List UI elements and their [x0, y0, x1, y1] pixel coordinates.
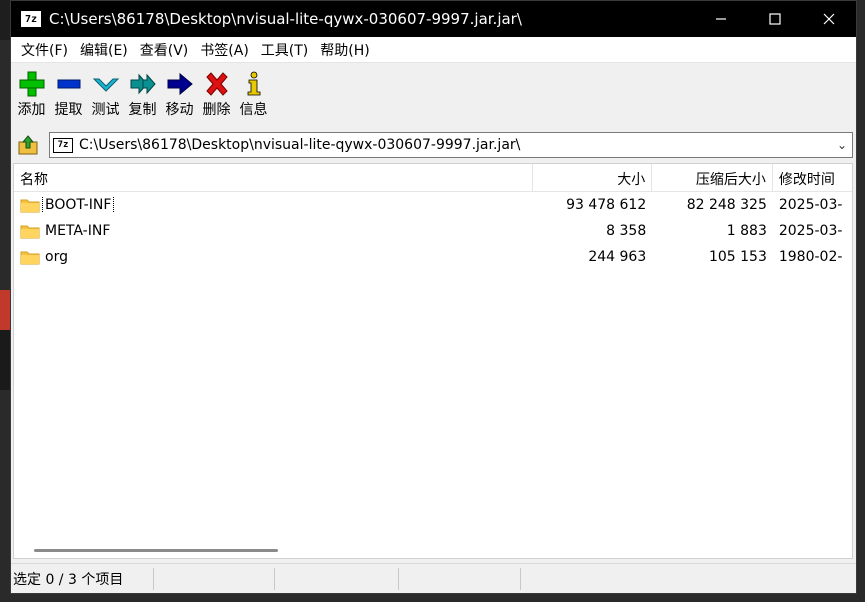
scrollbar-thumb[interactable]	[34, 549, 278, 552]
status-cell	[154, 567, 275, 590]
archive-icon: 7z	[53, 137, 73, 153]
toolbar: 添加 提取 测试 复制 移动 删除 信息	[11, 63, 856, 121]
selection-text: 选定 0 / 3 个项目	[13, 571, 124, 588]
minimize-icon	[716, 18, 726, 20]
delete-label: 删除	[202, 102, 231, 118]
maximize-button[interactable]	[748, 1, 802, 37]
check-icon	[90, 69, 122, 99]
packed-cell: 82 248 325	[686, 197, 767, 213]
close-button[interactable]	[802, 1, 856, 37]
list-item[interactable]: org 244 963 105 153 1980-02-	[14, 244, 852, 270]
title-bar[interactable]: 7z C:\Users\86178\Desktop\nvisual-lite-q…	[11, 1, 856, 37]
column-packed-size[interactable]: 压缩后大小	[652, 164, 773, 191]
delete-x-icon	[201, 69, 233, 99]
menu-file[interactable]: 文件(F)	[15, 40, 74, 60]
test-button[interactable]: 测试	[87, 69, 124, 119]
minimize-button[interactable]	[694, 1, 748, 37]
info-icon	[238, 69, 270, 99]
column-size[interactable]: 大小	[533, 164, 653, 191]
up-folder-button[interactable]	[13, 131, 43, 159]
window-controls	[694, 1, 856, 37]
list-item[interactable]: BOOT-INF 93 478 612 82 248 325 2025-03-	[14, 192, 852, 218]
extract-label: 提取	[54, 102, 83, 118]
plus-icon	[16, 69, 48, 99]
menu-help[interactable]: 帮助(H)	[314, 40, 375, 60]
file-name: META-INF	[45, 223, 111, 239]
packed-cell: 105 153	[708, 249, 767, 265]
path-combobox[interactable]: 7z C:\Users\86178\Desktop\nvisual-lite-q…	[49, 132, 853, 158]
status-bar: 选定 0 / 3 个项目	[11, 563, 856, 593]
move-label: 移动	[165, 102, 194, 118]
copy-button[interactable]: 复制	[124, 69, 161, 119]
file-list[interactable]: 名称 大小 压缩后大小 修改时间 BOOT-INF 93 478 612 82 …	[13, 163, 853, 559]
menu-view[interactable]: 查看(V)	[134, 40, 195, 60]
list-header: 名称 大小 压缩后大小 修改时间	[14, 164, 852, 192]
menu-tools[interactable]: 工具(T)	[255, 40, 314, 60]
name-cell: META-INF	[14, 223, 533, 239]
info-label: 信息	[239, 102, 268, 118]
delete-button[interactable]: 删除	[198, 69, 235, 119]
menu-edit[interactable]: 编辑(E)	[74, 40, 134, 60]
size-cell: 93 478 612	[566, 197, 647, 213]
packed-cell: 1 883	[726, 223, 767, 239]
double-arrow-icon	[127, 69, 159, 99]
horizontal-scrollbar[interactable]	[14, 542, 852, 558]
column-modified[interactable]: 修改时间	[773, 164, 852, 191]
column-name[interactable]: 名称	[14, 164, 533, 191]
file-name: BOOT-INF	[41, 197, 115, 213]
info-button[interactable]: 信息	[235, 69, 272, 119]
minus-icon	[53, 69, 85, 99]
status-cell	[275, 567, 399, 590]
test-label: 测试	[91, 102, 120, 118]
maximize-icon	[769, 13, 781, 25]
folder-icon	[20, 251, 40, 265]
status-cell	[399, 567, 521, 590]
up-folder-icon	[18, 135, 38, 155]
modified-cell: 2025-03-	[778, 223, 843, 239]
selection-status: 选定 0 / 3 个项目	[11, 567, 154, 590]
window-title: C:\Users\86178\Desktop\nvisual-lite-qywx…	[49, 10, 522, 28]
size-cell: 8 358	[606, 223, 647, 239]
folder-icon	[20, 225, 40, 239]
name-cell: org	[14, 249, 533, 265]
list-item[interactable]: META-INF 8 358 1 883 2025-03-	[14, 218, 852, 244]
folder-icon	[20, 199, 40, 213]
size-cell: 244 963	[588, 249, 647, 265]
7zip-window: 7z C:\Users\86178\Desktop\nvisual-lite-q…	[10, 0, 857, 594]
extract-button[interactable]: 提取	[50, 69, 87, 119]
7zip-app-icon[interactable]: 7z	[21, 11, 41, 27]
chevron-down-icon[interactable]: ⌄	[832, 138, 852, 152]
path-text: C:\Users\86178\Desktop\nvisual-lite-qywx…	[79, 137, 521, 153]
address-bar: 7z C:\Users\86178\Desktop\nvisual-lite-q…	[11, 130, 856, 160]
move-button[interactable]: 移动	[161, 69, 198, 119]
modified-cell: 2025-03-	[778, 197, 843, 213]
menu-bookmarks[interactable]: 书签(A)	[194, 40, 255, 60]
menu-bar: 文件(F) 编辑(E) 查看(V) 书签(A) 工具(T) 帮助(H)	[11, 37, 856, 63]
add-button[interactable]: 添加	[13, 69, 50, 119]
close-icon	[823, 13, 835, 25]
copy-label: 复制	[128, 102, 157, 118]
arrow-right-icon	[164, 69, 196, 99]
name-cell: BOOT-INF	[14, 197, 533, 213]
add-label: 添加	[17, 102, 46, 118]
file-name: org	[45, 249, 68, 265]
modified-cell: 1980-02-	[778, 249, 843, 265]
